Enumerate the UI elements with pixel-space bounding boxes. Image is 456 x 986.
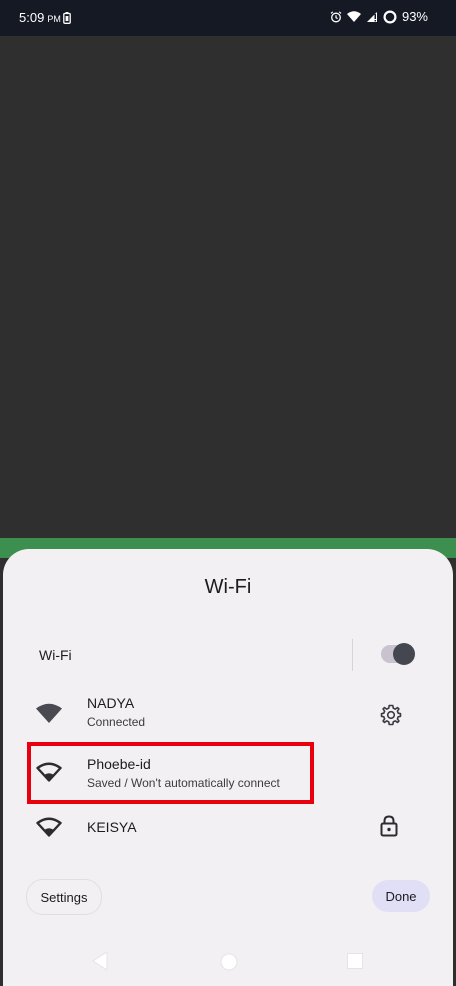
wifi-toggle-switch[interactable] <box>381 643 415 665</box>
wifi-icon <box>346 11 361 22</box>
done-button[interactable]: Done <box>372 880 430 912</box>
network-item-keisya[interactable]: KEISYA <box>3 807 453 859</box>
wifi-outline-icon <box>36 817 62 842</box>
status-ampm: PM <box>47 14 61 24</box>
battery-ring-icon <box>383 9 397 24</box>
network-name: NADYA <box>87 695 135 711</box>
back-icon[interactable] <box>92 951 108 976</box>
divider <box>352 639 353 671</box>
screen: 5:09 PM 93% Wi-Fi Wi-Fi NADYA Connected … <box>0 0 456 986</box>
status-right-group: 93% <box>330 9 428 24</box>
status-time-value: 5:09 <box>19 10 45 25</box>
wifi-toggle-row[interactable]: Wi-Fi <box>3 637 453 673</box>
alarm-icon <box>330 10 342 23</box>
sheet-title: Wi-Fi <box>204 576 252 598</box>
network-item-nadya[interactable]: NADYA Connected <box>3 689 453 741</box>
network-status: Connected <box>87 715 146 729</box>
wifi-full-icon <box>36 703 62 728</box>
highlight-box <box>27 742 314 804</box>
recent-apps-icon[interactable] <box>347 953 363 974</box>
cell-signal-icon <box>366 11 378 23</box>
wifi-bottom-sheet: Wi-Fi Wi-Fi NADYA Connected Phoebe-id Sa… <box>3 549 453 986</box>
status-time: 5:09 PM <box>19 10 61 25</box>
lock-icon <box>379 815 399 842</box>
navigation-bar <box>3 939 453 986</box>
network-name: KEISYA <box>87 819 137 835</box>
status-bar: 5:09 PM 93% <box>0 0 456 36</box>
settings-button[interactable]: Settings <box>26 879 102 915</box>
toggle-knob <box>393 643 415 665</box>
wifi-toggle-label: Wi-Fi <box>39 647 72 663</box>
battery-saver-icon <box>63 11 71 29</box>
gear-icon[interactable] <box>379 703 403 732</box>
background-app <box>0 36 456 548</box>
home-icon[interactable] <box>220 953 238 976</box>
battery-percent: 93% <box>401 9 428 24</box>
